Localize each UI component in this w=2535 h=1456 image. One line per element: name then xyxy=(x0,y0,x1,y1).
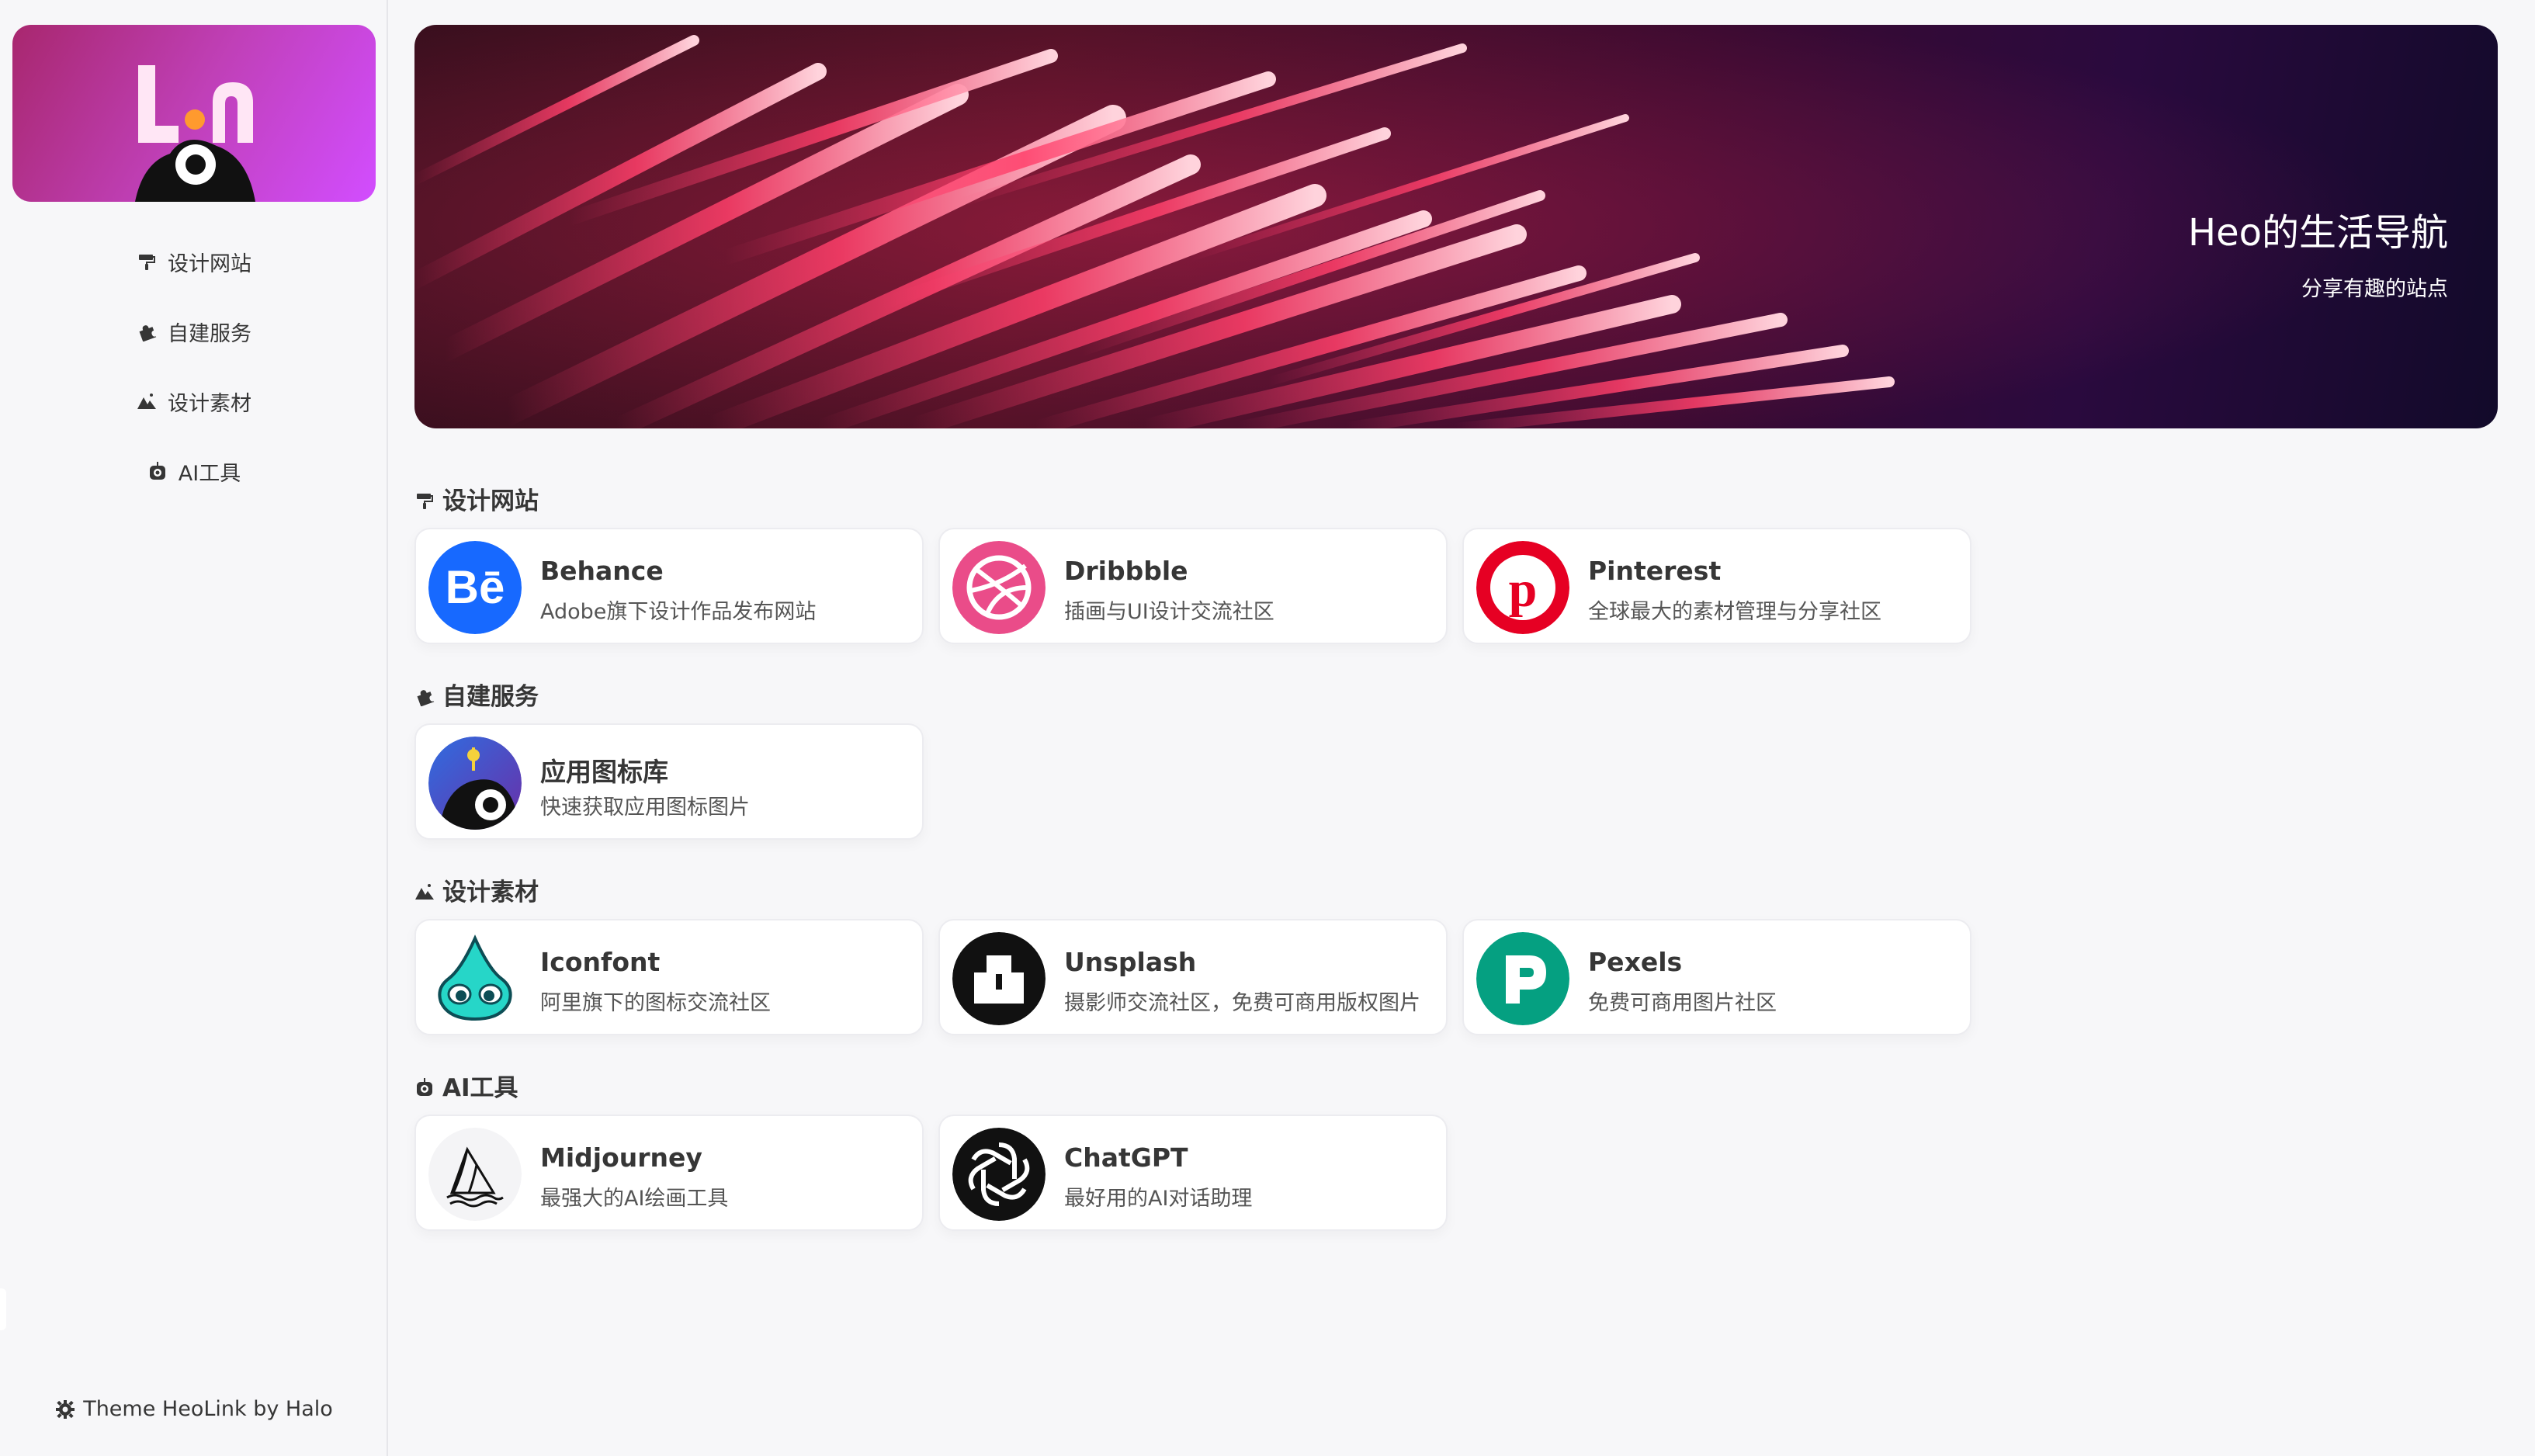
unsplash-icon xyxy=(952,932,1046,1025)
link-card-app-icon-library[interactable]: 应用图标库 快速获取应用图标图片 xyxy=(414,723,924,840)
section-title-text: 设计素材 xyxy=(442,879,539,907)
sidebar-item-design-sites[interactable]: 设计网站 xyxy=(0,227,388,296)
card-description: 快速获取应用图标图片 xyxy=(540,796,750,820)
banner-title: Heo的生活导航 xyxy=(2188,211,2448,255)
section-title-ai-tools: AI工具 xyxy=(414,1068,518,1103)
sidebar-item-label: 设计网站 xyxy=(168,251,251,276)
card-description: 全球最大的素材管理与分享社区 xyxy=(1588,600,1881,624)
card-description: 阿里旗下的图标交流社区 xyxy=(540,991,771,1015)
link-card-unsplash[interactable]: Unsplash 摄影师交流社区，免费可商用版权图片 xyxy=(938,919,1448,1035)
light-streaks-image xyxy=(414,25,2498,428)
card-title: ChatGPT xyxy=(1064,1142,1188,1173)
puzzle-piece-icon xyxy=(137,321,157,342)
sidebar-item-label: AI工具 xyxy=(178,461,241,486)
card-title: Behance xyxy=(540,556,664,586)
section-title-text: AI工具 xyxy=(442,1074,518,1102)
section-title-design-sites: 设计网站 xyxy=(414,481,539,516)
footer-credit[interactable]: Theme HeoLink by Halo xyxy=(0,1397,388,1421)
gear-icon xyxy=(55,1399,75,1420)
card-description: 免费可商用图片社区 xyxy=(1588,991,1777,1015)
card-description: Adobe旗下设计作品发布网站 xyxy=(540,600,817,624)
paint-roller-icon xyxy=(414,489,435,509)
mountains-icon xyxy=(137,391,157,411)
link-card-dribbble[interactable]: Dribbble 插画与UI设计交流社区 xyxy=(938,528,1448,644)
puzzle-piece-icon xyxy=(414,685,435,706)
card-title: Pexels xyxy=(1588,947,1683,977)
link-card-pinterest[interactable]: p Pinterest 全球最大的素材管理与分享社区 xyxy=(1462,528,1971,644)
sidebar-item-label: 设计素材 xyxy=(168,391,251,416)
section-title-text: 自建服务 xyxy=(442,683,539,711)
site-logo[interactable] xyxy=(12,25,376,202)
card-description: 摄影师交流社区，免费可商用版权图片 xyxy=(1064,991,1420,1015)
sidebar-item-self-hosted[interactable]: 自建服务 xyxy=(0,296,388,366)
footer-text: Theme HeoLink by Halo xyxy=(83,1397,333,1421)
card-title: Dribbble xyxy=(1064,556,1188,586)
behance-icon: Bē xyxy=(428,541,522,634)
section-title-self-hosted: 自建服务 xyxy=(414,677,539,712)
link-card-pexels[interactable]: Pexels 免费可商用图片社区 xyxy=(1462,919,1971,1035)
card-title: Midjourney xyxy=(540,1142,702,1173)
card-description: 插画与UI设计交流社区 xyxy=(1064,600,1274,624)
svg-text:p: p xyxy=(1509,561,1538,618)
pinterest-icon: p xyxy=(1476,541,1569,634)
robot-icon xyxy=(147,461,168,481)
logo-mascot-icon xyxy=(135,65,255,202)
card-description: 最强大的AI绘画工具 xyxy=(540,1187,729,1211)
paint-roller-icon xyxy=(137,251,157,272)
link-card-midjourney[interactable]: Midjourney 最强大的AI绘画工具 xyxy=(414,1115,924,1231)
link-card-iconfont[interactable]: Iconfont 阿里旗下的图标交流社区 xyxy=(414,919,924,1035)
card-title: Pinterest xyxy=(1588,556,1722,586)
hero-banner: Heo的生活导航 分享有趣的站点 xyxy=(414,25,2498,428)
sidebar-item-label: 自建服务 xyxy=(168,321,251,346)
card-title: 应用图标库 xyxy=(540,757,668,787)
app-icon-library-icon xyxy=(428,737,522,830)
openai-icon xyxy=(952,1128,1046,1221)
dribbble-icon xyxy=(952,541,1046,634)
sidebar-item-design-assets[interactable]: 设计素材 xyxy=(0,366,388,436)
pexels-icon xyxy=(1476,932,1569,1025)
section-title-text: 设计网站 xyxy=(442,487,539,515)
sailboat-icon xyxy=(428,1128,522,1221)
banner-subtitle: 分享有趣的站点 xyxy=(2301,277,2448,301)
sidebar-edge-tab[interactable] xyxy=(0,1288,6,1330)
card-title: Unsplash xyxy=(1064,947,1197,977)
mountains-icon xyxy=(414,880,435,900)
sidebar: 设计网站 自建服务 设计素材 AI工具 Theme HeoLink by Hal… xyxy=(0,0,388,1456)
svg-text:Bē: Bē xyxy=(446,561,505,613)
link-card-chatgpt[interactable]: ChatGPT 最好用的AI对话助理 xyxy=(938,1115,1448,1231)
section-title-design-assets: 设计素材 xyxy=(414,872,539,907)
iconfont-icon xyxy=(428,932,522,1025)
sidebar-item-ai-tools[interactable]: AI工具 xyxy=(0,436,388,506)
card-title: Iconfont xyxy=(540,947,661,977)
robot-icon xyxy=(414,1076,435,1096)
link-card-behance[interactable]: Bē Behance Adobe旗下设计作品发布网站 xyxy=(414,528,924,644)
sidebar-nav: 设计网站 自建服务 设计素材 AI工具 xyxy=(0,227,388,506)
card-description: 最好用的AI对话助理 xyxy=(1064,1187,1253,1211)
